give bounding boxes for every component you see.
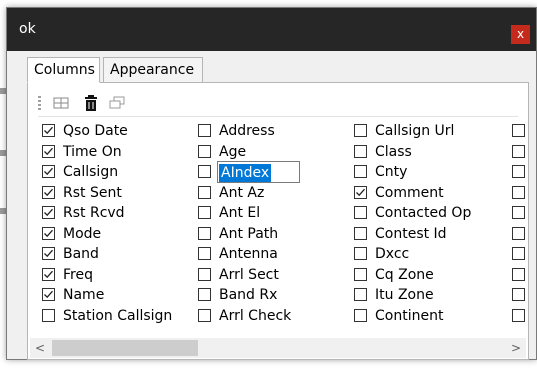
column-option-label: Time On <box>63 143 122 160</box>
column-option-label: Ant Az <box>219 184 265 201</box>
checkbox[interactable] <box>354 165 367 178</box>
checkbox-checked[interactable] <box>42 185 55 199</box>
checkbox-checked[interactable] <box>42 247 55 260</box>
column-option-label: Arrl Sect <box>219 266 279 283</box>
checkbox[interactable] <box>198 247 211 260</box>
tab-columns[interactable]: Columns <box>27 57 100 83</box>
checkbox-checked[interactable] <box>42 165 55 178</box>
checkbox[interactable] <box>198 124 211 137</box>
window-icon[interactable] <box>106 92 128 114</box>
checkbox[interactable] <box>512 206 525 219</box>
trash-icon[interactable] <box>80 92 102 114</box>
checkbox[interactable] <box>512 124 525 137</box>
checkbox[interactable] <box>198 144 211 158</box>
title-bar[interactable]: ok x <box>7 8 536 51</box>
checkbox[interactable] <box>354 267 367 281</box>
column-option-label: Rst Rcvd <box>63 205 125 221</box>
rename-field[interactable]: AIndex <box>217 161 300 183</box>
rename-field-text: AIndex <box>219 164 272 182</box>
column-option-label: Callsign <box>63 164 119 180</box>
column-chooser-window: ok x Columns Appearance Qso Date Time On… <box>6 7 537 360</box>
scroll-left-arrow[interactable]: < <box>30 338 50 358</box>
close-button[interactable]: x <box>511 25 530 44</box>
checkbox[interactable] <box>512 247 525 260</box>
column-option-label: Callsign Url <box>375 123 455 139</box>
checkbox[interactable] <box>354 124 367 137</box>
columns-panel: Qso Date Time On Callsign Rst Sent Rst Rcvd M… <box>27 82 529 360</box>
checkbox[interactable] <box>354 206 367 219</box>
column-option-label: Arrl Check <box>219 307 292 324</box>
column-option-label: Age <box>219 143 247 160</box>
checkbox-checked[interactable] <box>42 124 55 137</box>
checkbox[interactable] <box>512 267 525 281</box>
checkbox[interactable] <box>512 144 525 158</box>
checkbox[interactable] <box>354 144 367 158</box>
horizontal-scrollbar[interactable]: < > <box>30 338 526 358</box>
scroll-thumb[interactable] <box>52 340 198 356</box>
grid-icon[interactable] <box>50 92 72 114</box>
checkbox[interactable] <box>198 308 211 322</box>
column-option-label: Qso Date <box>63 123 128 139</box>
column-option-label: Continent <box>375 307 444 324</box>
checkbox-checked[interactable] <box>42 144 55 158</box>
column-option-label: Cnty <box>375 164 408 180</box>
checkbox-checked[interactable] <box>42 226 55 240</box>
column-option-label: Band Rx <box>219 287 278 303</box>
column-option-label: Class <box>375 143 412 160</box>
column-option-label: Dxcc <box>375 246 410 262</box>
tab-strip: Columns Appearance <box>7 51 536 83</box>
checkbox-checked[interactable] <box>42 288 55 301</box>
toolbar <box>38 90 518 117</box>
tab-appearance[interactable]: Appearance <box>103 57 203 83</box>
column-option-label: Freq <box>63 266 93 283</box>
column-option-label: Comment <box>375 184 444 201</box>
column-option-label: Rst Sent <box>63 184 122 201</box>
column-option-label: Ant El <box>219 205 261 221</box>
checkbox-checked[interactable] <box>42 206 55 219</box>
column-checklist: Qso Date Time On Callsign Rst Sent Rst Rcvd M… <box>28 121 528 331</box>
column-option-label: Ant Path <box>219 225 279 242</box>
checkbox[interactable] <box>512 288 525 301</box>
window-title: ok <box>19 21 36 37</box>
column-option-label: Address <box>219 123 275 139</box>
checkbox[interactable] <box>512 308 525 322</box>
checkbox[interactable] <box>512 185 525 199</box>
checkbox[interactable] <box>198 288 211 301</box>
checkbox[interactable] <box>198 226 211 240</box>
checkbox[interactable] <box>512 165 525 178</box>
checkbox[interactable] <box>512 226 525 240</box>
toolbar-grip[interactable] <box>38 96 41 110</box>
column-option-label: Cq Zone <box>375 266 434 283</box>
column-option-label: Station Callsign <box>63 307 173 324</box>
column-option-label: Itu Zone <box>375 287 434 303</box>
checkbox[interactable] <box>198 165 211 178</box>
column-option-label: Name <box>63 287 105 303</box>
checkbox-checked[interactable] <box>42 267 55 281</box>
checkbox[interactable] <box>198 206 211 219</box>
checkbox[interactable] <box>354 247 367 260</box>
checkbox[interactable] <box>354 226 367 240</box>
column-option-label: Mode <box>63 225 102 242</box>
column-option-label: Antenna <box>219 246 278 262</box>
checkbox[interactable] <box>198 267 211 281</box>
checkbox[interactable] <box>354 288 367 301</box>
column-option-label: Band <box>63 246 99 262</box>
checkbox-checked[interactable] <box>354 185 367 199</box>
column-option-label: Contacted Op <box>375 205 472 221</box>
checkbox[interactable] <box>354 308 367 322</box>
column-option-label: Contest Id <box>375 225 447 242</box>
scroll-right-arrow[interactable]: > <box>506 338 526 358</box>
checkbox[interactable] <box>198 185 211 199</box>
checkbox[interactable] <box>42 308 55 322</box>
